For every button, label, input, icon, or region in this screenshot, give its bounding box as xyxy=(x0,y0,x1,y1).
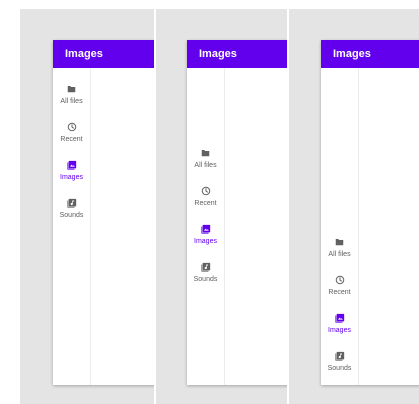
top-app-bar: Images xyxy=(53,40,154,68)
rail-item-all-files[interactable]: All files xyxy=(187,144,224,182)
rail-item-label: Recent xyxy=(60,136,83,143)
app-bar-title: Images xyxy=(333,48,371,60)
rail-item-label: All files xyxy=(60,98,83,105)
rail-item-all-files[interactable]: All files xyxy=(321,233,358,271)
rail-item-all-files[interactable]: All files xyxy=(53,80,90,118)
folder-icon xyxy=(66,83,78,95)
app-bar-title: Images xyxy=(65,48,103,60)
top-app-bar: Images xyxy=(187,40,287,68)
rail-items: All files Recent Images Sounds xyxy=(53,80,90,232)
folder-icon xyxy=(334,236,346,248)
rail-item-recent[interactable]: Recent xyxy=(53,118,90,156)
rail-item-images[interactable]: Images xyxy=(53,156,90,194)
rail-item-sounds[interactable]: Sounds xyxy=(53,194,90,232)
app-window: Images All files Recent Images Sounds xyxy=(321,40,419,385)
screenshot-canvas: Images All files Recent Images Sounds Im… xyxy=(0,0,419,404)
rail-items: All files Recent Images Sounds xyxy=(187,144,224,296)
rail-item-label: Images xyxy=(194,238,217,245)
app-bar-title: Images xyxy=(199,48,237,60)
rail-item-label: All files xyxy=(328,251,351,258)
navigation-rail: All files Recent Images Sounds xyxy=(321,68,359,385)
rail-item-images[interactable]: Images xyxy=(321,309,358,347)
variant-panel-center: Images All files Recent Images Sounds xyxy=(156,9,287,404)
rail-item-sounds[interactable]: Sounds xyxy=(187,258,224,296)
app-window: Images All files Recent Images Sounds xyxy=(53,40,154,385)
image-icon xyxy=(66,159,78,171)
rail-item-label: Sounds xyxy=(327,365,352,372)
clock-icon xyxy=(334,274,346,286)
rail-item-label: Images xyxy=(60,174,83,181)
navigation-rail: All files Recent Images Sounds xyxy=(187,68,225,385)
clock-icon xyxy=(200,185,212,197)
image-icon xyxy=(334,312,346,324)
variant-panel-bottom: Images All files Recent Images Sounds xyxy=(289,9,419,404)
navigation-rail: All files Recent Images Sounds xyxy=(53,68,91,385)
rail-item-recent[interactable]: Recent xyxy=(187,182,224,220)
rail-items: All files Recent Images Sounds xyxy=(321,233,358,385)
music-library-icon xyxy=(66,197,78,209)
top-app-bar: Images xyxy=(321,40,419,68)
image-icon xyxy=(200,223,212,235)
music-library-icon xyxy=(200,261,212,273)
rail-item-recent[interactable]: Recent xyxy=(321,271,358,309)
app-window: Images All files Recent Images Sounds xyxy=(187,40,287,385)
folder-icon xyxy=(200,147,212,159)
rail-item-label: Sounds xyxy=(193,276,218,283)
rail-item-sounds[interactable]: Sounds xyxy=(321,347,358,385)
rail-item-label: All files xyxy=(194,162,217,169)
rail-item-label: Sounds xyxy=(59,212,84,219)
clock-icon xyxy=(66,121,78,133)
rail-item-label: Images xyxy=(328,327,351,334)
rail-item-label: Recent xyxy=(328,289,351,296)
music-library-icon xyxy=(334,350,346,362)
rail-item-images[interactable]: Images xyxy=(187,220,224,258)
rail-item-label: Recent xyxy=(194,200,217,207)
variant-panel-top: Images All files Recent Images Sounds xyxy=(20,9,154,404)
